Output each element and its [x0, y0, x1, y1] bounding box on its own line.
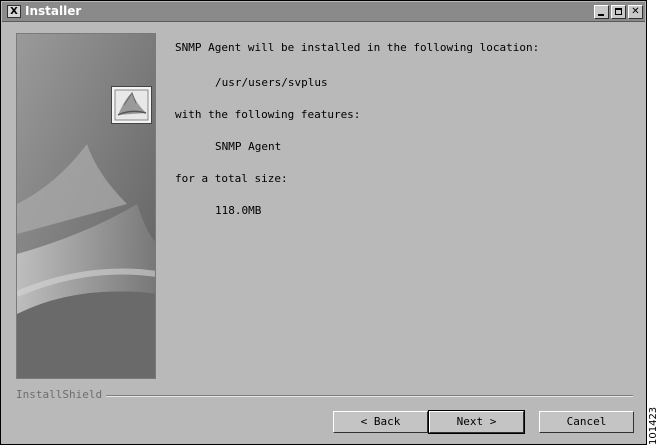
install-location: /usr/users/svplus: [215, 76, 328, 89]
minimize-button[interactable]: [594, 5, 609, 19]
window-title: Installer: [25, 4, 82, 18]
close-button[interactable]: ✕: [628, 5, 643, 19]
branding-separator: InstallShield: [16, 389, 633, 401]
close-icon: ✕: [631, 6, 640, 17]
total-size: 118.0MB: [215, 204, 262, 217]
minimize-icon: [598, 14, 604, 16]
maximize-button[interactable]: [611, 5, 626, 19]
installer-banner-image: [16, 33, 156, 379]
logo-icon: [114, 89, 149, 121]
installer-window: X Installer ✕ SNMP Agent will be install…: [0, 0, 647, 445]
installshield-logo: [111, 86, 152, 124]
title-bar[interactable]: X Installer ✕: [2, 2, 645, 22]
intro-text: SNMP Agent will be installed in the foll…: [175, 41, 540, 54]
back-button[interactable]: < Back: [333, 411, 428, 433]
feature-item: SNMP Agent: [215, 140, 282, 153]
cancel-button[interactable]: Cancel: [539, 411, 634, 433]
maximize-icon: [615, 8, 622, 15]
separator-line: [100, 395, 633, 397]
features-label: with the following features:: [175, 108, 361, 121]
size-label: for a total size:: [175, 172, 288, 185]
next-button[interactable]: Next >: [428, 410, 525, 434]
x-window-icon[interactable]: X: [7, 5, 21, 18]
figure-number: 101423: [648, 406, 659, 445]
installshield-label: InstallShield: [16, 389, 107, 401]
